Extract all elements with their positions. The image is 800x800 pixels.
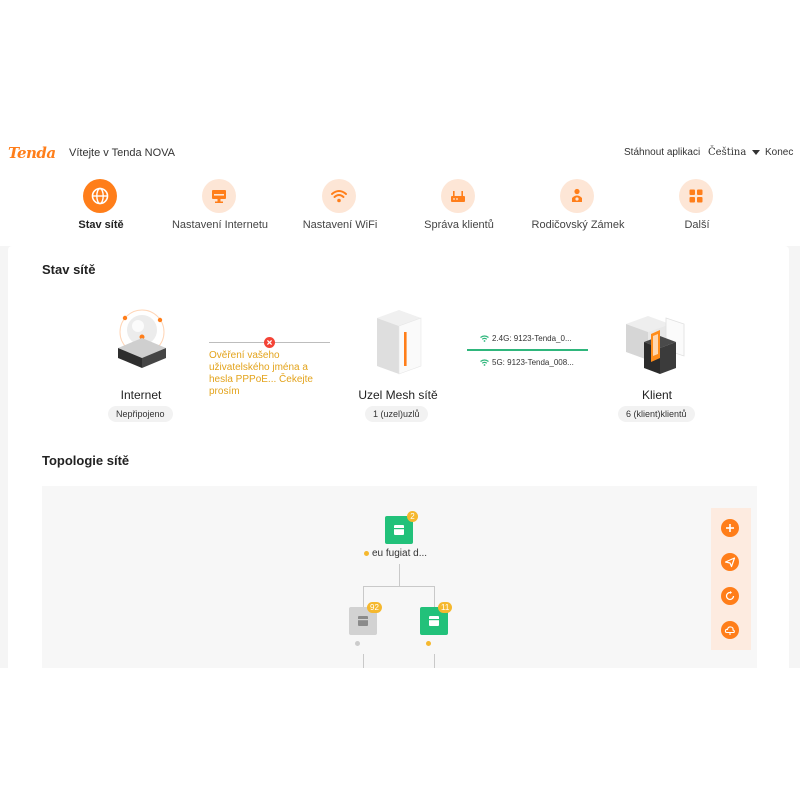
logout-link[interactable]: Konec <box>765 147 793 158</box>
root-node-name: eu fugiat d... <box>372 548 428 559</box>
refresh-icon <box>725 591 735 601</box>
globe-icon <box>91 187 109 205</box>
refresh-button[interactable] <box>721 587 739 605</box>
wifi-icon <box>480 359 489 367</box>
wifi-24g-row: 2.4G: 9123-Tenda_0... <box>480 334 572 343</box>
client-label: Klient <box>641 388 673 402</box>
status-dot <box>364 550 369 556</box>
tenda-logo[interactable]: Tenda <box>8 144 56 162</box>
client-count-badge: 6 (klient)klientů <box>618 406 695 422</box>
error-x-icon <box>264 337 275 348</box>
send-icon <box>724 557 736 568</box>
plus-icon <box>726 524 734 532</box>
mesh-count-badge: 1 (uzel)uzlů <box>365 406 428 422</box>
nav-item-internet-settings[interactable]: Nastavení Internetu <box>150 178 290 246</box>
internet-globe-icon[interactable] <box>112 308 176 370</box>
wifi-5g-row: 5G: 9123-Tenda_008... <box>480 358 574 367</box>
monitor-icon <box>212 190 226 203</box>
nav-item-more[interactable]: Další <box>627 178 767 246</box>
language-select[interactable]: Čeština <box>708 147 761 158</box>
root-node-label[interactable]: eu fugiat d... <box>364 548 427 559</box>
main-nav: Stav sítě Nastavení Internetu Nastavení … <box>0 178 800 246</box>
topology-toolbar <box>711 508 751 650</box>
router-icon <box>429 616 439 626</box>
root-node-badge: 2 <box>407 511 418 522</box>
cloud-icon <box>724 626 735 635</box>
nav-label: Nastavení Internetu <box>171 219 268 231</box>
download-app-link[interactable]: Stáhnout aplikaci <box>624 147 700 158</box>
language-label: Čeština <box>708 147 747 158</box>
topology-canvas: 2 eu fugiat d... 92 11 <box>42 486 757 668</box>
pppoe-error-message: Ověření vašeho uživatelského jména a hes… <box>209 350 313 397</box>
wifi-icon <box>331 190 347 203</box>
router-icon <box>451 191 465 202</box>
internet-status-badge: Nepřipojeno <box>108 406 173 422</box>
client-devices-icon[interactable] <box>622 312 688 376</box>
child-node-badge: 92 <box>367 602 382 613</box>
grid-icon <box>689 189 703 203</box>
wifi-icon <box>480 335 489 343</box>
parent-icon <box>572 188 582 202</box>
internet-label: Internet <box>120 388 162 402</box>
topology-title: Topologie sítě <box>42 453 130 468</box>
wifi-connection-line <box>467 349 588 351</box>
add-node-button[interactable] <box>721 519 739 537</box>
child-node-badge: 11 <box>438 602 453 613</box>
mesh-label: Uzel Mesh sítě <box>358 388 438 402</box>
offline-status-dot <box>355 641 360 646</box>
nav-label: Další <box>684 219 710 231</box>
network-status-title: Stav sítě <box>42 262 96 277</box>
tree-line <box>363 586 364 607</box>
tree-line <box>434 586 435 607</box>
top-header: Tenda Vítejte v Tenda NOVA Stáhnout apli… <box>0 130 800 178</box>
wifi-5g-ssid: 5G: 9123-Tenda_008... <box>492 358 574 367</box>
tree-line <box>363 654 364 668</box>
tree-line <box>434 654 435 668</box>
welcome-text: Vítejte v Tenda NOVA <box>69 147 175 159</box>
cloud-button[interactable] <box>721 621 739 639</box>
send-button[interactable] <box>721 553 739 571</box>
caret-down-icon <box>752 149 761 155</box>
tree-line <box>399 564 400 586</box>
wifi-24g-ssid: 2.4G: 9123-Tenda_0... <box>492 334 572 343</box>
tree-line <box>363 586 435 587</box>
main-panel: Stav sítě Internet Nepřipojeno Ověření v… <box>8 246 789 668</box>
online-status-dot <box>426 641 431 646</box>
router-icon <box>358 616 368 626</box>
mesh-node-icon[interactable] <box>374 310 424 376</box>
router-admin-app: Tenda Vítejte v Tenda NOVA Stáhnout apli… <box>0 130 800 668</box>
router-icon <box>394 525 404 535</box>
